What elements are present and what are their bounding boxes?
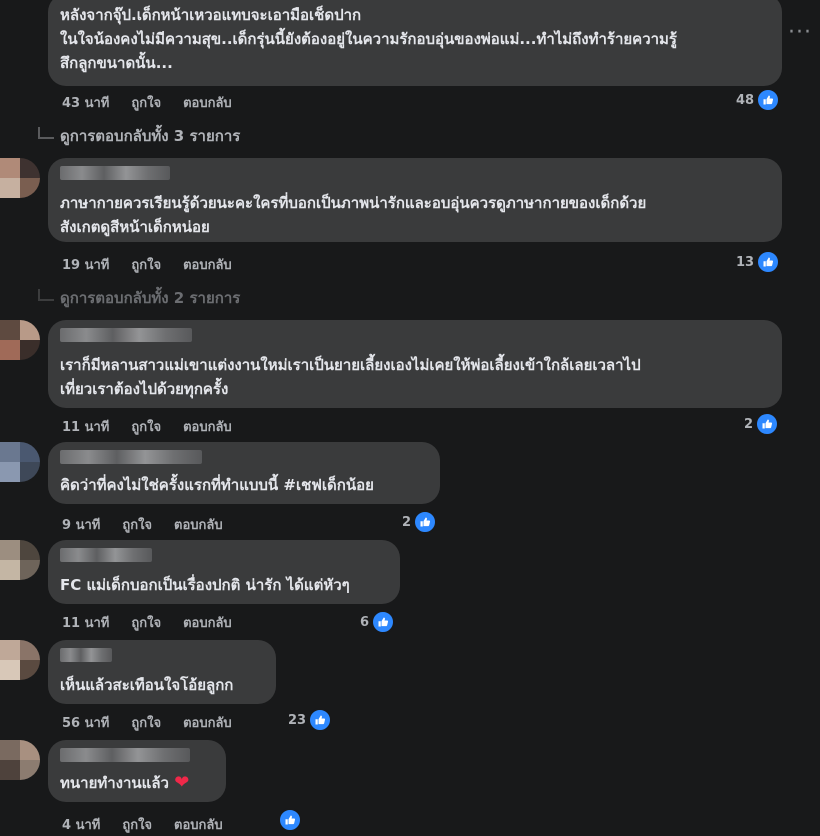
like-icon <box>278 808 302 832</box>
comment-meta: 19 นาที ถูกใจ ตอบกลับ <box>62 254 254 275</box>
comment-text: ภาษากายควรเรียนรู้ด้วยนะคะใครที่บอกเป็นภ… <box>60 194 647 212</box>
avatar[interactable] <box>0 640 40 680</box>
timestamp[interactable]: 11 นาที <box>62 612 109 633</box>
comment-meta: 11 นาที ถูกใจ ตอบกลับ <box>62 612 254 633</box>
comment-meta: 4 นาที ถูกใจ ตอบกลับ <box>62 814 245 835</box>
comment-text: เราก็มีหลานสาวแม่เขาแต่งงานใหม่เราเป็นยา… <box>60 356 641 374</box>
commenter-name-blurred[interactable] <box>60 648 112 662</box>
timestamp[interactable]: 43 นาที <box>62 92 109 113</box>
comment-text: เที่ยวเราต้องไปด้วยทุกครั้ง <box>60 380 229 398</box>
view-replies-label: ดูการตอบกลับทั้ง 2 รายการ <box>60 289 241 307</box>
reaction-count[interactable]: 48 <box>736 88 781 112</box>
reaction-count[interactable]: 13 <box>736 250 781 274</box>
reaction-count[interactable]: 2 <box>744 412 780 436</box>
comment-text: เห็นแล้วสะเทือนใจโอ้ยลูกก <box>60 676 234 694</box>
avatar[interactable] <box>0 158 40 198</box>
view-replies-link[interactable]: ดูการตอบกลับทั้ง 2 รายการ <box>38 286 240 310</box>
reaction-number: 23 <box>288 712 307 728</box>
comment-bubble: คิดว่าที่คงไม่ใช่ครั้งแรกที่ทำแบบนี้ #เช… <box>48 442 440 504</box>
commenter-name-blurred[interactable] <box>60 328 192 342</box>
comment-text: FC แม่เด็กบอกเป็นเรื่องปกติ น่ารัก ได้แต… <box>60 576 350 594</box>
like-button[interactable]: ถูกใจ <box>122 514 152 535</box>
comment-text: สังเกตดูสีหน้าเด็กหน่อย <box>60 218 210 236</box>
like-icon <box>308 708 333 732</box>
comment-text-content: ทนายทำงานแล้ว <box>60 774 169 792</box>
comment-text: หลังจากจุ๊ป.เด็กหน้าเหวอแทบจะเอามือเช็ดป… <box>60 6 362 24</box>
timestamp[interactable]: 11 นาที <box>62 416 109 437</box>
like-icon <box>371 610 396 634</box>
comment-bubble: FC แม่เด็กบอกเป็นเรื่องปกติ น่ารัก ได้แต… <box>48 540 400 604</box>
like-button[interactable]: ถูกใจ <box>131 416 161 437</box>
commenter-name-blurred[interactable] <box>60 748 190 762</box>
timestamp[interactable]: 19 นาที <box>62 254 109 275</box>
reply-button[interactable]: ตอบกลับ <box>183 92 232 113</box>
like-button[interactable]: ถูกใจ <box>131 712 161 733</box>
comment-text: คิดว่าที่คงไม่ใช่ครั้งแรกที่ทำแบบนี้ #เช… <box>60 476 374 494</box>
view-replies-label: ดูการตอบกลับทั้ง 3 รายการ <box>60 127 241 145</box>
timestamp[interactable]: 56 นาที <box>62 712 109 733</box>
like-button[interactable]: ถูกใจ <box>122 814 152 835</box>
reply-button[interactable]: ตอบกลับ <box>183 612 232 633</box>
reply-button[interactable]: ตอบกลับ <box>174 514 223 535</box>
like-button[interactable]: ถูกใจ <box>131 612 161 633</box>
comment-text: ทนายทำงานแล้ว ❤ <box>60 772 189 794</box>
comment-bubble: ภาษากายควรเรียนรู้ด้วยนะคะใครที่บอกเป็นภ… <box>48 158 782 242</box>
reply-arrow-icon <box>38 289 54 301</box>
like-icon <box>756 88 781 112</box>
comment-bubble: หลังจากจุ๊ป.เด็กหน้าเหวอแทบจะเอามือเช็ดป… <box>48 0 782 86</box>
reaction-number: 48 <box>736 92 755 108</box>
commenter-name-blurred[interactable] <box>60 548 152 562</box>
comment-bubble: เราก็มีหลานสาวแม่เขาแต่งงานใหม่เราเป็นยา… <box>48 320 782 408</box>
timestamp[interactable]: 4 นาที <box>62 814 100 835</box>
reply-button[interactable]: ตอบกลับ <box>174 814 223 835</box>
comment-meta: 56 นาที ถูกใจ ตอบกลับ <box>62 712 254 733</box>
reaction-count[interactable]: 2 <box>402 510 438 534</box>
timestamp[interactable]: 9 นาที <box>62 514 100 535</box>
like-button[interactable]: ถูกใจ <box>131 92 161 113</box>
more-options-icon[interactable]: ··· <box>788 20 812 45</box>
comment-bubble: เห็นแล้วสะเทือนใจโอ้ยลูกก <box>48 640 276 704</box>
comment-meta: 9 นาที ถูกใจ ตอบกลับ <box>62 514 245 535</box>
avatar[interactable] <box>0 320 40 360</box>
view-replies-link[interactable]: ดูการตอบกลับทั้ง 3 รายการ <box>38 124 240 148</box>
commenter-name-blurred[interactable] <box>60 166 170 180</box>
heart-emoji-icon: ❤ <box>174 772 190 793</box>
avatar[interactable] <box>0 740 40 780</box>
comment-text: ในใจน้องคงไม่มีความสุข..เด็กรุ่นนี้ยังต้… <box>60 30 677 48</box>
like-button[interactable]: ถูกใจ <box>131 254 161 275</box>
comment-text: สึกลูกขนาดนั้น... <box>60 54 173 72</box>
reaction-count[interactable] <box>276 808 302 832</box>
reaction-number: 2 <box>402 514 412 530</box>
reaction-count[interactable]: 23 <box>288 708 333 732</box>
avatar[interactable] <box>0 442 40 482</box>
comment-meta: 11 นาที ถูกใจ ตอบกลับ <box>62 416 254 437</box>
comment-meta: 43 นาที ถูกใจ ตอบกลับ <box>62 92 254 113</box>
reaction-number: 6 <box>360 614 370 630</box>
reply-button[interactable]: ตอบกลับ <box>183 712 232 733</box>
like-icon <box>755 412 780 436</box>
like-icon <box>413 510 438 534</box>
reply-arrow-icon <box>38 127 54 139</box>
like-icon <box>756 250 781 274</box>
reaction-number: 2 <box>744 416 754 432</box>
reply-button[interactable]: ตอบกลับ <box>183 416 232 437</box>
avatar[interactable] <box>0 540 40 580</box>
comment-bubble: ทนายทำงานแล้ว ❤ <box>48 740 226 802</box>
reply-button[interactable]: ตอบกลับ <box>183 254 232 275</box>
reaction-number: 13 <box>736 254 755 270</box>
reaction-count[interactable]: 6 <box>360 610 396 634</box>
commenter-name-blurred[interactable] <box>60 450 202 464</box>
